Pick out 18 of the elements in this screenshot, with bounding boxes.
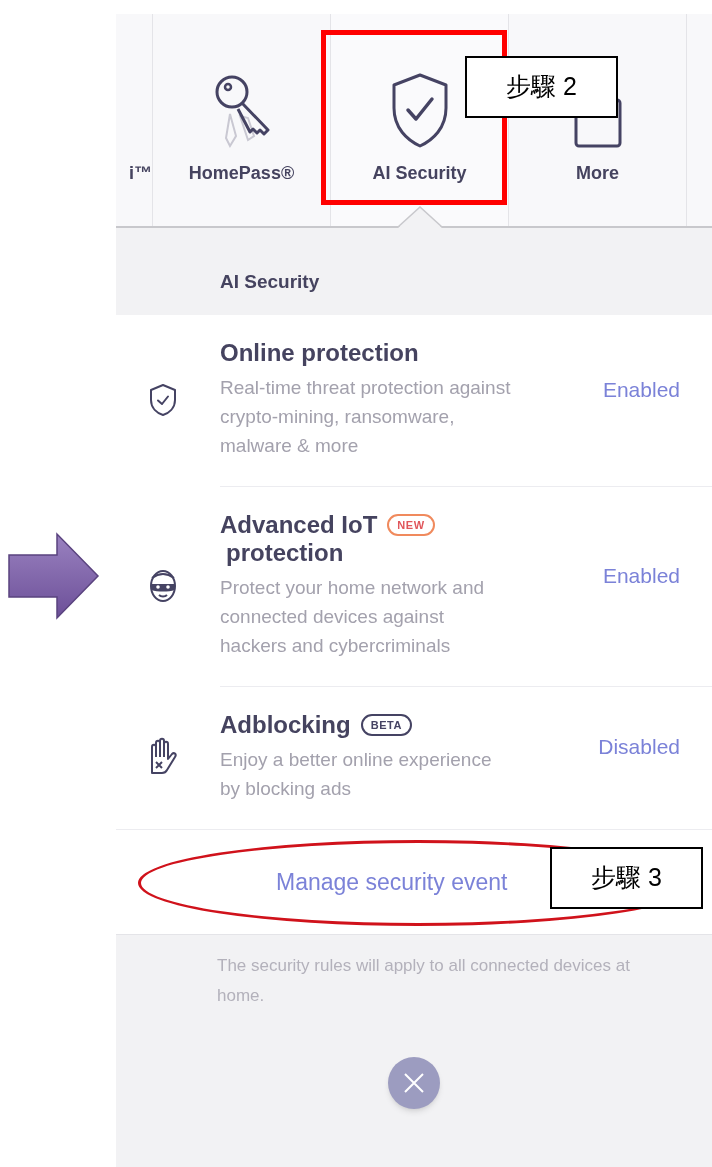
feature-description: Enjoy a better online experience by blocking ads xyxy=(220,748,493,801)
tab[interactable]: i™ xyxy=(116,14,153,226)
masked-face-icon xyxy=(149,567,177,604)
feature-title: Adblocking xyxy=(220,711,351,739)
footer-note: The security rules will apply to all connected devices at home. xyxy=(217,955,631,1007)
feature-description: Protect your home network and connected devices against hackers and cybercriminals xyxy=(220,576,486,658)
hand-x-icon xyxy=(148,737,178,777)
feature-description: Real-time threat protection against crypto-mining, ransomware, malware & more xyxy=(220,376,512,458)
close-icon xyxy=(403,1072,425,1094)
shield-check-icon xyxy=(149,382,177,417)
close-button[interactable] xyxy=(388,1057,440,1109)
step-callout: 步驟 3 xyxy=(550,847,703,909)
feature-title: protection xyxy=(225,539,344,567)
feature-title: Advanced IoT xyxy=(220,511,378,539)
feature-badge: NEW xyxy=(387,513,435,537)
feature-badge: BETA xyxy=(360,713,412,737)
step-callout: 步驟 2 xyxy=(465,56,618,118)
feature-title: Online protection xyxy=(220,339,419,367)
